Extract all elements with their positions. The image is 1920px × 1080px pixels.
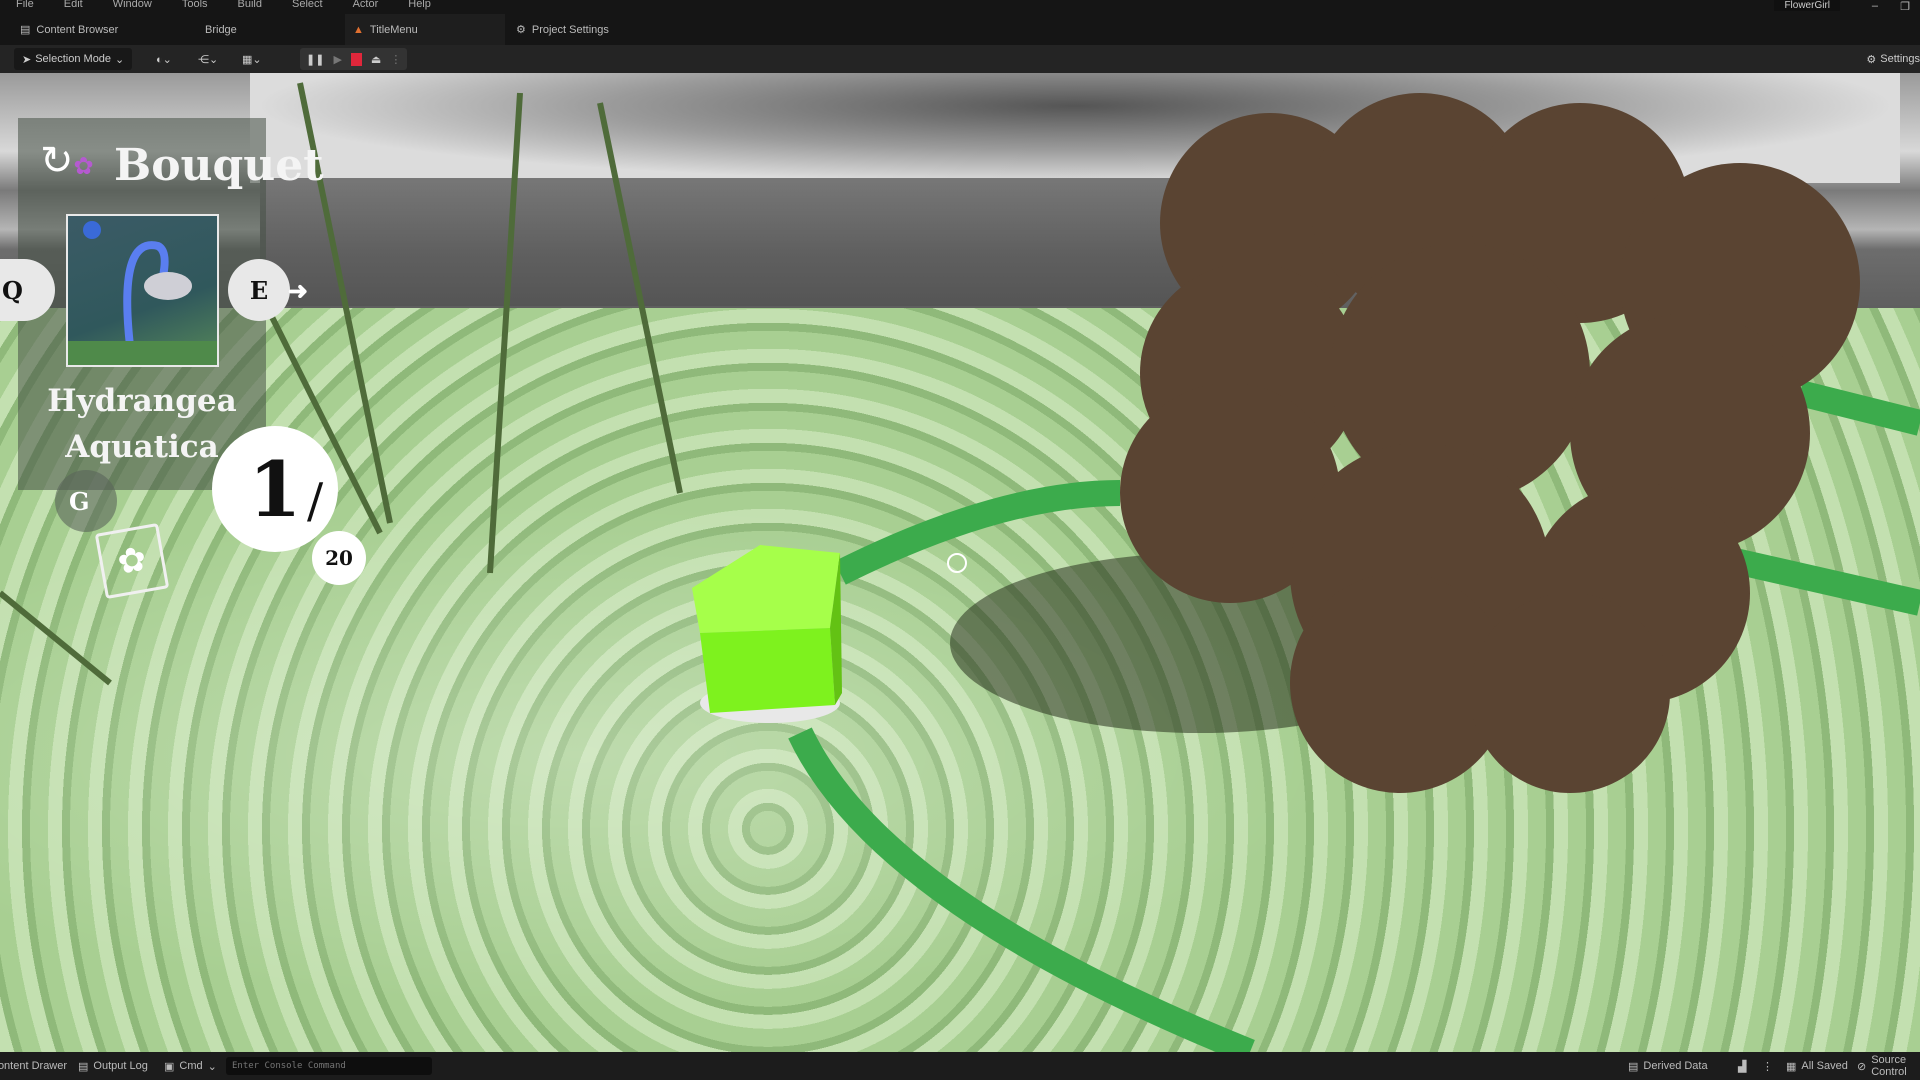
menu-build[interactable]: Build — [238, 0, 262, 14]
cmd-dropdown[interactable]: ▣ Cmd ⌄ — [164, 1052, 217, 1080]
play-controls: ❚❚ ▶ ⏏ ⋮ — [300, 48, 408, 70]
all-saved-label: All Saved — [1801, 1060, 1848, 1072]
menu-edit[interactable]: Edit — [64, 0, 83, 14]
hydrangea-aquatica-illustration — [68, 221, 217, 365]
step-icon[interactable]: ▶ — [333, 53, 341, 66]
more-icon[interactable]: ⋮ — [1762, 1052, 1773, 1080]
derived-data-button[interactable]: ▤ Derived Data — [1628, 1052, 1708, 1080]
tab-content-browser[interactable]: ▤ Content Browser — [12, 14, 192, 45]
content-drawer-label: Content Drawer — [0, 1060, 68, 1072]
gear-icon: ⚙ — [1866, 53, 1877, 66]
scene-objects — [0, 82, 1920, 1052]
menu-window[interactable]: Window — [113, 0, 152, 14]
menu-file[interactable]: File — [16, 0, 34, 14]
cursor-icon: ➤ — [22, 53, 32, 66]
settings-button[interactable]: ⚙ Settings — [1866, 48, 1920, 70]
status-bar: Content Drawer ▤ Output Log ▣ Cmd ⌄ ▤ Derive… — [0, 1052, 1920, 1080]
add-actor-icon: ◐⌄ — [156, 53, 172, 66]
no-source-control-icon: ⊘ — [1857, 1060, 1867, 1073]
output-log-label: Output Log — [93, 1060, 148, 1072]
tab-bar: ▤ Content Browser Bridge ▲ TitleMenu ⚙ Proj… — [0, 14, 1920, 45]
log-icon: ▤ — [78, 1060, 89, 1073]
folder-icon: ▤ — [20, 24, 31, 36]
menu-select[interactable]: Select — [292, 0, 323, 14]
source-control-button[interactable]: ⊘ Source Control — [1857, 1052, 1920, 1080]
save-icon: ▦ — [1786, 1060, 1797, 1073]
flower-name-line1: Hydrangea — [47, 383, 237, 419]
derived-data-label: Derived Data — [1643, 1060, 1708, 1072]
terminal-icon: ▣ — [164, 1060, 175, 1073]
flower-image — [66, 214, 219, 367]
green-cube — [692, 545, 842, 713]
restore-button[interactable]: ❐ — [1900, 0, 1910, 13]
prev-key-label: Q — [2, 275, 23, 305]
tab-titlemenu[interactable]: ▲ TitleMenu — [345, 14, 505, 45]
bouquet-swap-icon: ↻✿ — [40, 139, 94, 183]
minimize-button[interactable]: – — [1872, 0, 1878, 12]
project-title: FlowerGirl — [1774, 0, 1840, 11]
stop-icon[interactable] — [350, 52, 362, 66]
add-actor-button[interactable]: ◐⌄ — [156, 48, 172, 70]
tab-label: Content Browser — [36, 23, 119, 36]
trace-icon[interactable]: ▟ — [1738, 1052, 1746, 1080]
count-slash: / — [307, 473, 324, 529]
toolbar: ➤ Selection Mode ⌄ ◐⌄ ⋲⌄ ▦⌄ ❚❚ ▶ ⏏ ⋮ ⚙ Sett… — [0, 45, 1920, 73]
content-drawer-button[interactable]: Content Drawer — [0, 1052, 67, 1080]
menu-bar: File Edit Window Tools Build Select Acto… — [0, 0, 1920, 14]
selection-mode-dropdown[interactable]: ➤ Selection Mode ⌄ — [14, 48, 133, 70]
book-key-label: G — [69, 486, 90, 516]
game-viewport[interactable]: ↻✿ Bouquet Hydrangea Aquatica Q E ➜ 1 / 20… — [0, 73, 1920, 1052]
flower-book-icon: ✿ — [94, 522, 170, 600]
eject-icon[interactable]: ⏏ — [371, 53, 381, 66]
level-icon: ▲ — [353, 23, 364, 36]
menu-actor[interactable]: Actor — [353, 0, 379, 14]
clapperboard-icon: ▦⌄ — [242, 53, 262, 66]
chevron-down-icon: ⌄ — [207, 1060, 217, 1073]
output-log-button[interactable]: ▤ Output Log — [78, 1052, 148, 1080]
gear-icon: ⚙ — [516, 24, 526, 36]
tab-project-settings[interactable]: ⚙ Project Settings — [508, 14, 668, 45]
tab-label: TitleMenu — [369, 23, 418, 36]
chevron-down-icon: ⌄ — [115, 53, 125, 66]
next-flower-button[interactable]: E ➜ — [228, 259, 308, 321]
database-icon: ▤ — [1628, 1060, 1639, 1073]
total-value: 20 — [325, 546, 353, 570]
more-options-icon[interactable]: ⋮ — [390, 53, 401, 66]
crosshair-icon — [947, 553, 967, 573]
next-key-label: E — [249, 275, 269, 305]
pause-icon[interactable]: ❚❚ — [306, 53, 324, 66]
console-input[interactable] — [226, 1057, 432, 1075]
menu-help[interactable]: Help — [408, 0, 431, 14]
flower-total: 20 — [312, 531, 366, 585]
cmd-label: Cmd — [179, 1060, 203, 1072]
tab-label: Project Settings — [531, 23, 609, 36]
arrow-right-icon: ➜ — [287, 275, 308, 305]
tab-label: Bridge — [205, 23, 237, 36]
count-value: 1 — [248, 444, 302, 534]
cinematics-button[interactable]: ▦⌄ — [242, 48, 262, 70]
source-control-label: Source Control — [1871, 1054, 1907, 1078]
tab-bridge[interactable]: Bridge — [197, 14, 347, 45]
blueprint-icon: ⋲⌄ — [198, 53, 219, 66]
book-button[interactable]: G — [55, 470, 117, 532]
settings-label: Settings — [1880, 53, 1920, 65]
selection-mode-label: Selection Mode — [35, 53, 112, 65]
menu-tools[interactable]: Tools — [182, 0, 208, 14]
all-saved-button[interactable]: ▦ All Saved — [1786, 1052, 1848, 1080]
blueprint-button[interactable]: ⋲⌄ — [198, 48, 218, 70]
bouquet-title: Bouquet — [114, 140, 324, 191]
